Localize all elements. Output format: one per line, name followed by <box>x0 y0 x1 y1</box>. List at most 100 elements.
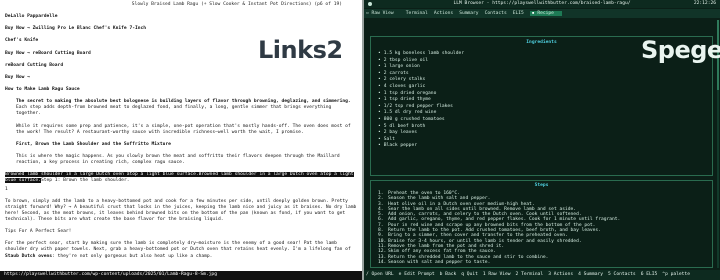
footer-shortcut[interactable]: / Open URL <box>366 272 394 277</box>
bullet-icon: • <box>378 70 381 76</box>
step-text: Add garlic, oregano, thyme, and red pepp… <box>388 217 621 223</box>
ingredient-text: 2 bay leaves <box>383 130 417 136</box>
footer-shortcut[interactable]: 5 Contacts <box>608 272 636 277</box>
ingredient-text: Black pepper <box>383 143 417 149</box>
paragraph-secret-rest: Each step adds depth-from browned meat t… <box>16 105 332 117</box>
footer-shortcut[interactable]: 3 Actions <box>548 272 573 277</box>
bullet-icon: • <box>378 103 381 109</box>
paragraph-browning: To brown, simply add the lamb to a heavy… <box>5 198 357 222</box>
bullet-icon: • <box>378 130 381 136</box>
step-text: Season with salt and pepper to taste. <box>388 259 491 265</box>
links2-pane: Slowly Braised Lamb Ragu (+ Slow Cooker … <box>0 0 362 280</box>
ingredient-text: 1 tsp dried oregano <box>383 90 437 96</box>
tab-eli5[interactable]: ELI5 <box>513 11 524 16</box>
highlighted-image-link[interactable]: Browned lamb shoulder in a large Dutch o… <box>5 172 199 178</box>
paragraph-magic: This is where the magic happens. As you … <box>16 154 340 166</box>
ingredient-item: • 1 tsp dried thyme <box>378 97 464 104</box>
step-item: 14. Season with salt and pepper to taste. <box>378 260 620 265</box>
links2-window-title: Slowly Braised Lamb Ragu (+ Slow Cooker … <box>131 2 342 7</box>
steps-list: 1. Preheat the oven to 160°C. 2. Season the… <box>378 191 620 265</box>
footer-shortcut[interactable]: 1 Raw View <box>483 272 511 277</box>
steps-title: Steps <box>534 183 549 188</box>
bullet-icon: • <box>378 77 381 83</box>
links2-status-url: https://playswellwithbutter.com/wp-conte… <box>0 271 362 280</box>
paragraph-prep: While it requires some prep and patience… <box>16 123 351 135</box>
ingredient-text: 1/2 tsp red pepper flakes <box>383 103 453 109</box>
ingredient-text: 5 dl beef broth <box>383 123 426 129</box>
paragraph-secret: The secret to making the absolute best b… <box>5 99 357 117</box>
ingredient-item: • Black pepper <box>378 143 464 150</box>
keybinding-footer: / Open URL e Edit Prompt b Back q Quit 1 Raw… <box>364 270 720 280</box>
spegel-window-title: LLM Browser - https://playswellwithbutte… <box>453 1 631 6</box>
bullet-icon: • <box>378 110 381 116</box>
tips-heading: Tips For A Perfect Sear! <box>5 229 72 235</box>
ingredient-text: 4 cloves garlic <box>383 83 426 89</box>
step-text: Heat olive oil in a Dutch oven over medi… <box>388 201 535 207</box>
tab-contacts[interactable]: Contacts <box>485 11 507 16</box>
footer-shortcut[interactable]: 4 Summary <box>578 272 603 277</box>
ingredient-text: 800 g crushed tomatoes <box>383 116 445 122</box>
step-index: 14. <box>378 259 387 265</box>
spegel-label: Spegel <box>641 36 720 64</box>
ingredient-text: 2 carrots <box>383 70 409 76</box>
steps-panel: Steps 1. Preheat the oven to 160°C. 2. Seas… <box>370 180 713 268</box>
footer-shortcut[interactable]: ^p palette <box>662 272 690 277</box>
ingredient-item: • 1.5 dl dry red wine <box>378 110 464 117</box>
ingredient-item: • 4 cloves garlic <box>378 84 464 91</box>
bullet-icon: • <box>378 136 381 142</box>
buy-now-link[interactable]: Buy Now → <box>5 75 357 81</box>
ingredient-text: 1 large onion <box>383 64 420 70</box>
footer-shortcut[interactable]: e Edit Prompt <box>399 272 435 277</box>
footer-shortcut[interactable]: b Back <box>440 272 457 277</box>
ingredient-text: 1.5 dl dry red wine <box>383 110 437 116</box>
ingredient-text: 1.5 kg boneless lamb shoulder <box>383 51 464 56</box>
ingredient-item: • 800 g crushed tomatoes <box>378 117 464 124</box>
tab-recipe-label: Recipe <box>537 11 554 16</box>
ingredient-item: • 1.5 kg boneless lamb shoulder <box>378 51 464 58</box>
tab-actions[interactable]: Actions <box>434 11 453 16</box>
step-text: Braise for 3-4 hours, or until the lamb … <box>388 238 582 244</box>
tab-raw-view[interactable]: ▫ Raw View <box>366 11 400 16</box>
bullet-icon: • <box>378 123 381 129</box>
bullet-icon: • <box>378 51 381 56</box>
heading-how-to-make: How to Make Lamb Ragu Sauce <box>5 87 80 93</box>
heading-brown-lamb: First, Brown the Lamb Shoulder and the S… <box>16 141 171 147</box>
staub-link[interactable]: Staub Dutch ovens <box>5 254 52 259</box>
paragraph-tips-end: : they're not only gorgeous but also hea… <box>52 253 213 259</box>
bullet-icon: • <box>378 90 381 96</box>
step-text: Return the shredded lamb to the sauce an… <box>388 254 549 260</box>
ingredient-text: 2 celery stalks <box>383 77 426 83</box>
footer-shortcut[interactable]: 6 ELI5 <box>641 272 658 277</box>
step-reference: Step 1: Brown the lamb shoulder. <box>40 178 130 184</box>
step-number: 1 <box>5 186 8 192</box>
ingredient-item: • 2 bay leaves <box>378 130 464 137</box>
tab-raw-view-label: Raw View <box>371 11 394 16</box>
spegel-pane: LLM Browser - https://playswellwithbutte… <box>364 0 720 280</box>
bullet-icon: • <box>378 83 381 89</box>
bullet-icon: • <box>378 97 381 103</box>
view-tabs: ▫ Raw View Terminal Actions Summary Contacts… <box>364 9 720 18</box>
spegel-titlebar: LLM Browser - https://playswellwithbutte… <box>364 0 720 8</box>
image-caption-block: Browned lamb shoulder in a large Dutch o… <box>5 172 357 184</box>
tab-terminal[interactable]: Terminal <box>406 11 428 16</box>
ingredient-text: Salt <box>383 136 395 142</box>
product-line-pappardelle[interactable]: DeLallo Pappardelle <box>5 14 357 20</box>
paragraph-tips-text: For the perfect sear, start by making su… <box>5 241 351 253</box>
bullet-icon: • <box>378 143 381 149</box>
buy-now-knife-link[interactable]: Buy Now → Zwilling Pro Le Blanc Chef's K… <box>5 26 357 32</box>
step-text: Skim off any excess fat from the sauce. <box>388 249 496 255</box>
ingredient-text: 2 tbsp olive oil <box>383 57 429 63</box>
ingredient-item: • 1 large onion <box>378 64 464 71</box>
clock: 22:12:26 <box>693 1 716 6</box>
footer-shortcut[interactable]: q Quit <box>461 272 478 277</box>
ingredient-item: • 2 celery stalks <box>378 77 464 84</box>
footer-shortcut[interactable]: 2 Terminal <box>516 272 544 277</box>
step-text: Bring to a simmer, then cover and transf… <box>388 233 568 239</box>
ingredients-list: • 1.5 kg boneless lamb shoulder • 2 tbsp ol… <box>378 51 464 150</box>
paragraph-tips: For the perfect sear, start by making su… <box>5 241 357 259</box>
tab-recipe[interactable]: ▪ Recipe <box>529 11 562 16</box>
links2-label: Links2 <box>258 36 343 64</box>
tab-summary[interactable]: Summary <box>459 11 478 16</box>
ingredient-text: 1 tsp dried thyme <box>383 97 431 103</box>
step-text: Season the lamb with salt and pepper. <box>388 196 491 202</box>
